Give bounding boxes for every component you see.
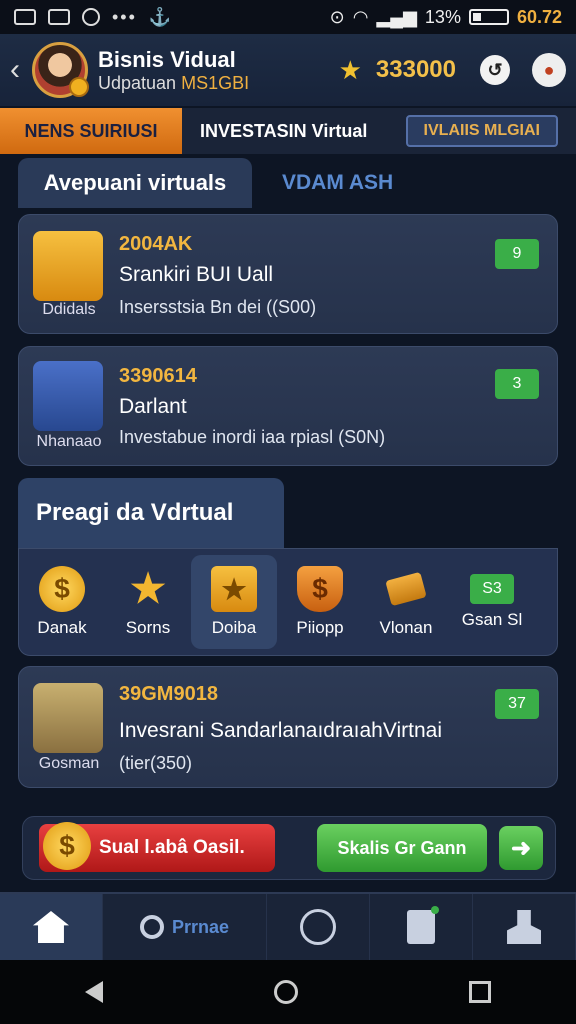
system-recent-icon[interactable] [468,981,491,1003]
battery-percent: 13% [424,6,461,27]
notification-icon [14,9,36,25]
system-back-icon[interactable] [85,981,104,1003]
card-icon-label: Nhanaao [36,433,102,450]
top-tabs: NENS SUIRIUSI INVESTASIN Virtual IVLAIIS… [0,108,576,154]
profile-button[interactable]: ● [532,53,566,87]
action-bar: $ Sual l.abâ Oasil. Skalis Gr Gann ➜ [22,816,556,880]
card-name: Invesrani SandarlanaıdraıahVirtnai [119,719,442,742]
card-name: Srankiri BUI Uall [119,263,274,286]
search-icon [140,915,165,939]
clock-icon [300,909,337,945]
bottom-nav: Prrnae [0,892,576,960]
clock: 60.72 [516,6,562,27]
program-item-label: Doiba [211,618,257,637]
nav-home[interactable] [0,894,103,960]
nav-search-label: Prrnae [172,916,230,937]
history-button[interactable]: ↺ [480,55,510,85]
system-home-icon[interactable] [273,980,298,1004]
card-desc: Insersstsia Bn dei ((S00) [119,297,317,317]
star-icon: ★ [338,54,362,85]
alarm-icon: ⊙ [329,6,345,27]
program-badge: S3 [470,574,514,604]
more-notifications-icon: ••• [112,6,137,27]
back-button[interactable]: ‹ [10,53,28,87]
nav-search[interactable]: Prrnae [103,894,268,960]
card-icon-label: Gosman [38,755,100,772]
battery-icon [468,9,509,25]
section-active[interactable]: Avepuani virtuals [18,158,252,208]
nav-documents[interactable] [370,894,474,960]
program-item[interactable]: ★ Sorns [105,555,191,649]
program-item[interactable]: S3 Gsan Sl [449,555,535,649]
vpn-icon: ⚓ [148,6,172,27]
avatar[interactable] [32,42,89,98]
investment-card[interactable]: Gosman 39GM9018 Invesrani Sandarlanaıdra… [18,666,558,788]
subtitle-accent: MS1GBI [181,72,250,93]
program-title: Preagi da Vdrtual [18,478,284,548]
card-badge: 3 [495,369,539,399]
nav-history[interactable] [267,894,371,960]
program-item[interactable]: $ Piiopp [277,555,363,649]
forward-arrow-button[interactable]: ➜ [499,826,543,870]
section-inactive[interactable]: VDAM ASH [282,171,393,195]
card-desc: (tier(350) [119,753,193,773]
crate-icon [33,683,103,753]
sync-icon [82,8,100,26]
program-item[interactable]: $ Danak [19,555,105,649]
wifi-icon: ◠ [352,6,369,27]
card-name: Darlant [119,395,187,418]
calculator-icon [33,361,103,431]
coin-icon [69,77,89,97]
program-item-label: Vlonan [379,618,433,637]
card-badge: 37 [495,689,539,719]
home-icon [32,911,69,943]
gold-bar-icon [383,566,429,612]
star-icon: ★ [130,567,166,611]
program-item-label: Danak [37,618,87,637]
section-toggle: Avepuani virtuals VDAM ASH [18,158,393,208]
nav-profile[interactable] [473,894,576,960]
sell-button[interactable]: $ Sual l.abâ Oasil. [39,822,275,872]
card-code: 3390614 [119,365,197,387]
dollar-coin-icon: $ [39,566,85,612]
signal-icon: ▂▄▆ [376,6,417,27]
app-title: Bisnis Vidual [98,46,236,72]
program-item[interactable]: Vlonan [363,555,449,649]
folder-icon: ★ [211,566,257,612]
tab-news[interactable]: NENS SUIRIUSI [0,108,182,154]
investment-card[interactable]: Nhanaao 3390614 Darlant Investabue inord… [18,346,558,466]
tab-mlgiai[interactable]: IVLAIIS MLGIAI [405,115,558,147]
system-nav [0,960,576,1024]
dollar-coin-icon: $ [43,822,91,870]
document-icon [407,906,440,944]
person-icon [507,910,542,944]
program-item[interactable]: ★ Doiba [191,555,277,649]
program-item-label: Sorns [125,618,171,637]
program-bar: $ Danak ★ Sorns ★ Doiba $ Piiopp Vlonan … [18,548,558,656]
confirm-button[interactable]: Skalis Gr Gann [317,824,487,872]
app-header: ‹ Bisnis Vidual Udpatuan MS1GBI ★ 333000… [0,34,576,106]
card-code: 39GM9018 [119,683,218,705]
program-item-label: Gsan Sl [461,610,523,629]
program-item-label: Piiopp [296,618,344,637]
investment-card[interactable]: Ddidals 2004AK Srankiri BUI Uall Inserss… [18,214,558,334]
card-desc: Investabue inordi iaa rpiasl (S0N) [119,427,386,447]
sell-button-label: Sual l.abâ Oasil. [99,837,245,858]
status-bar: ••• ⚓ ⊙ ◠ ▂▄▆ 13% 60.72 [0,0,576,34]
card-icon-label: Ddidals [42,301,96,318]
tab-investasi[interactable]: INVESTASIN Virtual [182,108,367,154]
app-subtitle: Udpatuan MS1GBI [98,72,250,93]
card-code: 2004AK [119,233,193,255]
image-icon [48,9,70,25]
balance: 333000 [375,56,456,83]
shield-dollar-icon: $ [297,566,343,612]
box-icon [33,231,103,301]
card-badge: 9 [495,239,539,269]
